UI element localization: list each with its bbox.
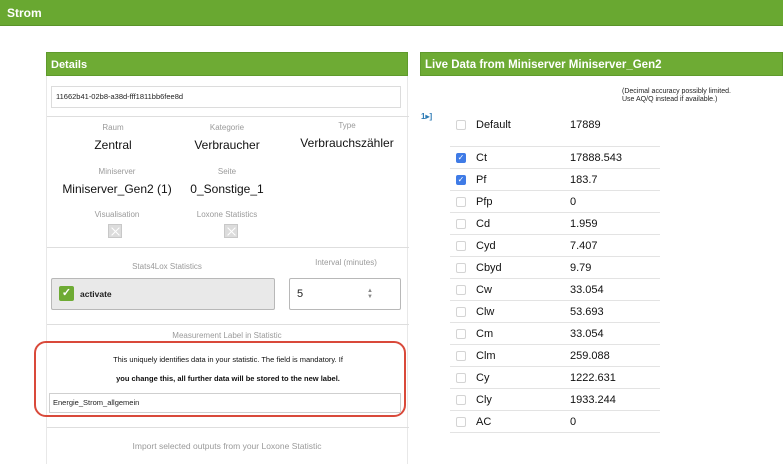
output-name: Cm	[476, 327, 494, 340]
output-value: 53.693	[570, 305, 604, 318]
output-value: 0	[570, 415, 577, 428]
mandatory-hint-text: This uniquely identifies data in your st…	[113, 355, 343, 364]
live-data-row: Clm 259.088	[420, 345, 660, 367]
divider	[47, 324, 409, 325]
output-name: Clw	[476, 305, 495, 318]
miniserver-label: Miniserver	[98, 167, 136, 176]
output-value: 17888.543	[570, 151, 622, 164]
page-title: Strom	[7, 6, 42, 20]
details-header: Details	[46, 52, 408, 76]
output-value: 183.7	[570, 173, 598, 186]
live-data-row: Cw 33.054	[420, 279, 660, 301]
output-name: Default	[476, 118, 511, 131]
output-checkbox[interactable]	[456, 197, 466, 207]
output-name: Cd	[476, 217, 491, 230]
output-name: Cbyd	[476, 261, 502, 274]
divider	[47, 247, 409, 248]
live-data-row: AC 0	[420, 411, 660, 433]
raum-value: Zentral	[94, 138, 132, 152]
default-note: (Decimal accuracy possibly limited. Use …	[622, 88, 731, 103]
divider	[47, 427, 409, 428]
mandatory-hint-bold: you change this, all further data will b…	[116, 374, 340, 383]
output-checkbox[interactable]	[456, 351, 466, 361]
visualisation-label: Visualisation	[94, 210, 140, 219]
stats4lox-label: Stats4Lox Statistics	[132, 262, 202, 271]
raum-label: Raum	[102, 123, 124, 132]
kategorie-label: Kategorie	[209, 123, 245, 132]
checkmark-icon: ✓	[59, 286, 74, 301]
stepper-icon[interactable]: ▲ ▼	[366, 288, 374, 300]
seite-label: Seite	[217, 167, 237, 176]
interval-value: 5	[297, 288, 304, 300]
miniserver-value: Miniserver_Gen2 (1)	[62, 182, 172, 196]
live-data-row: Clw 53.693	[420, 301, 660, 323]
loxone-statistics-label: Loxone Statistics	[196, 210, 258, 219]
live-data-header: Live Data from Miniserver Miniserver_Gen…	[420, 52, 783, 76]
kategorie-value: Verbraucher	[194, 138, 260, 152]
output-checkbox[interactable]	[456, 395, 466, 405]
divider	[47, 116, 409, 117]
type-label: Type	[338, 121, 356, 130]
output-checkbox[interactable]	[456, 120, 466, 130]
output-checkbox[interactable]	[456, 263, 466, 273]
live-data-row: Cd 1.959	[420, 213, 660, 235]
output-checkbox[interactable]	[456, 285, 466, 295]
output-name: AC	[476, 415, 492, 428]
output-name: Cly	[476, 393, 492, 406]
type-value: Verbrauchszähler	[300, 136, 394, 150]
output-value: 7.407	[570, 239, 598, 252]
live-data-row: Pfp 0	[420, 191, 660, 213]
row-divider	[450, 432, 660, 433]
output-checkbox[interactable]	[456, 373, 466, 383]
output-checkbox[interactable]	[456, 307, 466, 317]
output-name: Cyd	[476, 239, 496, 252]
measurement-label-input[interactable]: Energie_Strom_allgemein	[49, 393, 401, 413]
output-value: 33.054	[570, 327, 604, 340]
live-data-row: ✓ Ct 17888.543	[420, 147, 660, 169]
interval-input[interactable]: 5 ▲ ▼	[289, 278, 401, 310]
output-value: 9.79	[570, 261, 592, 274]
output-value: 33.054	[570, 283, 604, 296]
output-value: 1222.631	[570, 371, 616, 384]
mandatory-hint: This uniquely identifies data in your st…	[47, 350, 409, 388]
details-panel: 11662b41-02b8-a38d-fff1811bb6fee8d Raum …	[34, 76, 409, 464]
live-data-row: ✓ Pf 183.7	[420, 169, 660, 191]
live-data-row: Cyd 7.407	[420, 235, 660, 257]
live-data-row: Cy 1222.631	[420, 367, 660, 389]
seite-value: 0_Sonstige_1	[190, 182, 264, 196]
page-title-bar: Strom	[0, 0, 783, 26]
live-data-row: Cbyd 9.79	[420, 257, 660, 279]
live-data-row: Cly 1933.244	[420, 389, 660, 411]
measurement-label-title: Measurement Label in Statistic	[172, 331, 282, 340]
output-value: 17889	[570, 118, 601, 131]
output-checkbox[interactable]: ✓	[456, 175, 466, 185]
output-name: Pfp	[476, 195, 493, 208]
loxone-statistics-disabled-checkbox	[224, 224, 238, 238]
import-outputs-text: Import selected outputs from your Loxone…	[132, 441, 322, 451]
output-value: 1.959	[570, 217, 598, 230]
output-value: 259.088	[570, 349, 610, 362]
output-checkbox[interactable]: ✓	[456, 153, 466, 163]
output-name: Pf	[476, 173, 487, 186]
activate-toggle-button[interactable]: ✓ activate	[51, 278, 275, 310]
output-name: Cy	[476, 371, 490, 384]
output-value: 1933.244	[570, 393, 616, 406]
output-checkbox[interactable]	[456, 241, 466, 251]
control-id-field[interactable]: 11662b41-02b8-a38d-fff1811bb6fee8d	[51, 86, 401, 108]
output-name: Clm	[476, 349, 496, 362]
activate-label: activate	[80, 289, 112, 299]
output-checkbox[interactable]	[456, 417, 466, 427]
output-checkbox[interactable]	[456, 219, 466, 229]
live-data-row: Default 17889	[420, 103, 660, 147]
output-checkbox[interactable]	[456, 329, 466, 339]
output-name: Cw	[476, 283, 492, 296]
live-data-row: Cm 33.054	[420, 323, 660, 345]
output-name: Ct	[476, 151, 487, 164]
output-value: 0	[570, 195, 577, 208]
interval-label: Interval (minutes)	[315, 258, 377, 267]
visualisation-disabled-checkbox	[108, 224, 122, 238]
